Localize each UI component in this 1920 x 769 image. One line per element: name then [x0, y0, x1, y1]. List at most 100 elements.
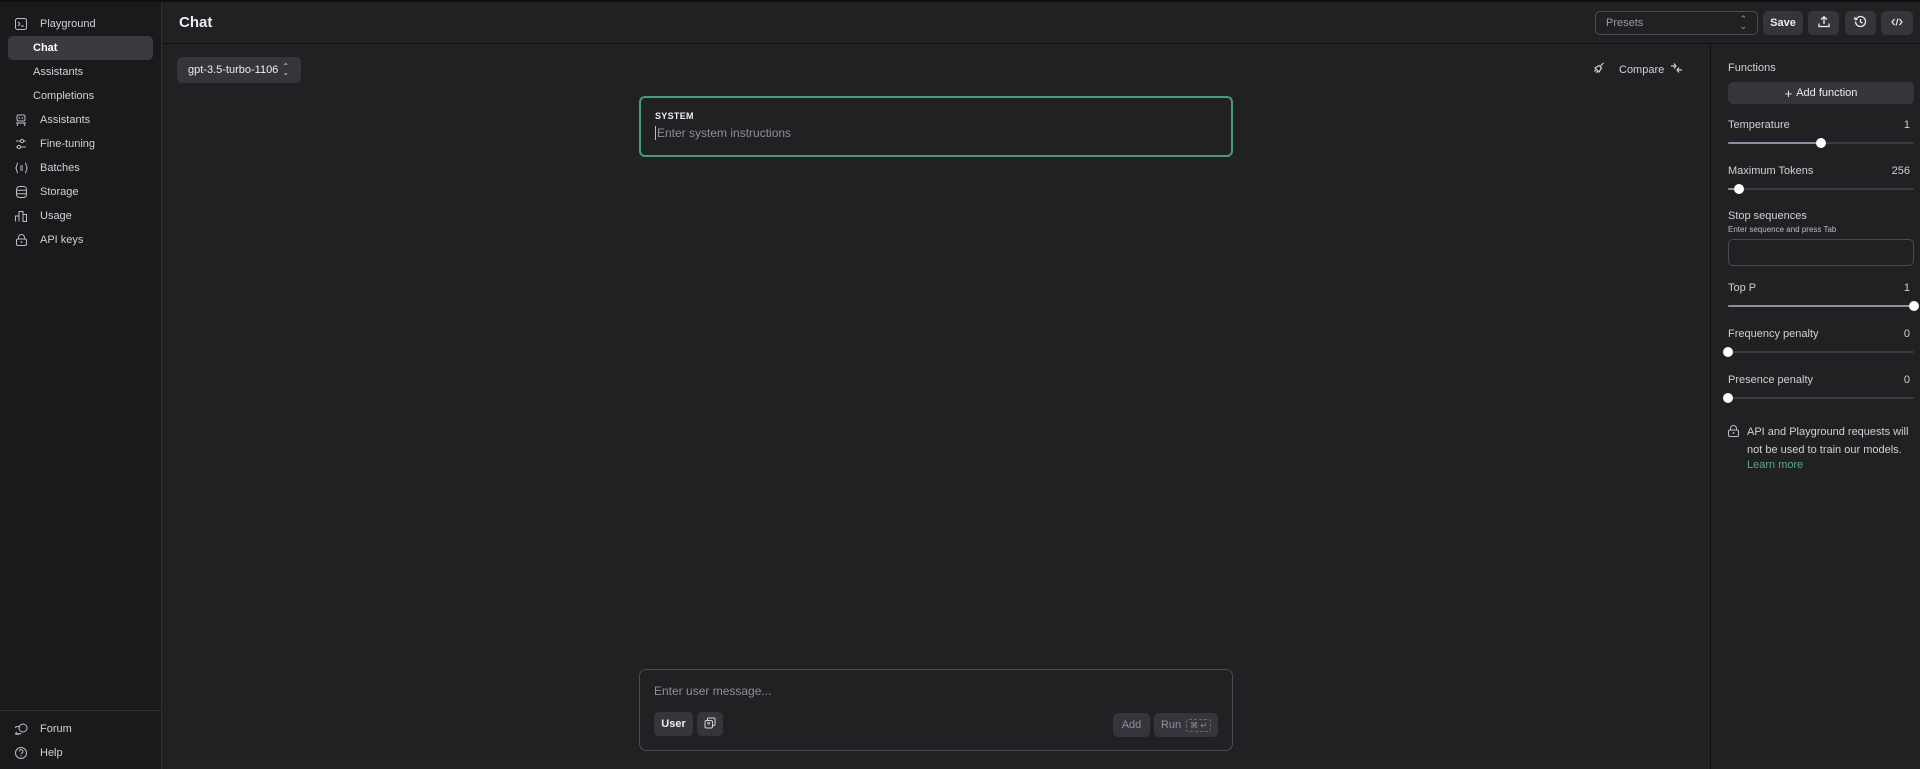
stop-sequences-setting: Stop sequences Enter sequence and press …	[1728, 210, 1914, 266]
terminal-icon	[14, 17, 28, 31]
sidebar-item-label: Batches	[40, 162, 80, 174]
lock-icon	[1728, 425, 1739, 471]
slider-thumb[interactable]	[1723, 347, 1733, 357]
sidebar-item-usage[interactable]: Usage	[8, 204, 153, 228]
sidebar: Playground Chat Assistants Completions A…	[0, 2, 162, 769]
database-icon	[14, 185, 28, 199]
slider-thumb[interactable]	[1734, 184, 1744, 194]
slider-track	[1728, 397, 1914, 399]
attach-image-button[interactable]	[697, 712, 723, 736]
slider-thumb[interactable]	[1816, 138, 1826, 148]
sidebar-item-label: Completions	[33, 90, 95, 102]
compare-arrows-icon	[1670, 62, 1683, 77]
add-function-button[interactable]: + Add function	[1728, 82, 1914, 104]
sidebar-item-label: Assistants	[33, 66, 84, 78]
upload-icon	[1817, 15, 1830, 31]
save-button[interactable]: Save	[1763, 11, 1803, 35]
system-instructions-input[interactable]	[655, 126, 1215, 140]
message-composer: User Add Run ⌘ ↵	[639, 669, 1233, 751]
chat-bubbles-icon	[14, 722, 28, 736]
history-icon	[1854, 15, 1867, 31]
clear-chat-broom-icon[interactable]	[1593, 62, 1605, 77]
sidebar-item-playground-assistants[interactable]: Assistants	[8, 60, 153, 84]
presets-select[interactable]: Presets ⌃ ⌄	[1595, 11, 1758, 35]
sidebar-item-help[interactable]: Help	[8, 741, 153, 765]
slider-track	[1728, 188, 1914, 190]
sidebar-item-label: Usage	[40, 210, 72, 222]
frequency-penalty-value: 0	[1903, 328, 1910, 340]
slider-track	[1728, 351, 1914, 353]
temperature-label: Temperature	[1728, 119, 1790, 131]
add-function-label: Add function	[1796, 87, 1858, 99]
top-p-slider[interactable]	[1728, 301, 1919, 311]
sidebar-item-label: Playground	[40, 18, 96, 30]
presets-placeholder: Presets	[1606, 17, 1644, 29]
sidebar-item-label: Help	[40, 747, 63, 759]
sidebar-item-label: Storage	[40, 186, 79, 198]
run-button[interactable]: Run ⌘ ↵	[1154, 713, 1218, 737]
presence-penalty-value: 0	[1903, 374, 1910, 386]
robot-icon	[14, 113, 28, 127]
sidebar-item-completions[interactable]: Completions	[8, 84, 153, 108]
max-tokens-value: 256	[1891, 165, 1910, 177]
sidebar-footer: Forum Help	[0, 710, 161, 769]
stop-sequences-hint: Enter sequence and press Tab	[1728, 225, 1837, 234]
chevron-up-down-icon: ⌃ ⌄	[282, 62, 290, 77]
max-tokens-slider[interactable]	[1728, 184, 1914, 194]
share-button[interactable]	[1808, 11, 1839, 35]
lock-icon	[14, 233, 28, 247]
page-title: Chat	[179, 14, 213, 31]
frequency-penalty-label: Frequency penalty	[1728, 328, 1819, 340]
run-label: Run	[1160, 719, 1182, 731]
sidebar-item-storage[interactable]: Storage	[8, 180, 153, 204]
help-circle-icon	[14, 746, 28, 760]
sidebar-item-fine-tuning[interactable]: Fine-tuning	[8, 132, 153, 156]
presence-penalty-slider[interactable]	[1723, 393, 1914, 403]
frequency-penalty-setting: Frequency penalty 0	[1723, 328, 1914, 357]
header: Chat Presets ⌃ ⌄ Save	[163, 2, 1920, 44]
frequency-penalty-slider[interactable]	[1723, 347, 1914, 357]
image-gallery-icon	[704, 717, 716, 732]
top-p-label: Top P	[1728, 282, 1757, 294]
privacy-notice: API and Playground requests will not be …	[1728, 423, 1914, 471]
compare-button[interactable]: Compare	[1619, 62, 1683, 77]
functions-label: Functions	[1728, 62, 1776, 74]
settings-panel: Functions + Add function Temperature 1 M…	[1710, 45, 1920, 769]
sidebar-item-batches[interactable]: Batches	[8, 156, 153, 180]
sidebar-item-assistants[interactable]: Assistants	[8, 108, 153, 132]
compare-label: Compare	[1619, 63, 1665, 76]
sidebar-item-label: Chat	[33, 42, 58, 54]
code-icon	[1891, 17, 1903, 30]
braces-icon	[14, 161, 28, 175]
system-label: SYSTEM	[655, 111, 694, 121]
slider-thumb[interactable]	[1909, 301, 1919, 311]
system-message-box: SYSTEM	[639, 96, 1233, 157]
history-button[interactable]	[1845, 11, 1876, 35]
max-tokens-label: Maximum Tokens	[1728, 165, 1814, 177]
presence-penalty-label: Presence penalty	[1728, 374, 1813, 386]
learn-more-link[interactable]: Learn more	[1747, 459, 1914, 471]
sidebar-item-playground[interactable]: Playground	[8, 12, 153, 36]
sidebar-nav: Playground Chat Assistants Completions A…	[0, 2, 161, 252]
model-select[interactable]: gpt-3.5-turbo-1106 ⌃ ⌄	[177, 57, 302, 83]
slider-thumb[interactable]	[1723, 393, 1733, 403]
sidebar-item-label: API keys	[40, 234, 84, 246]
view-code-button[interactable]	[1881, 11, 1913, 35]
temperature-value: 1	[1903, 119, 1910, 131]
sidebar-item-chat[interactable]: Chat	[8, 36, 153, 60]
temperature-slider[interactable]	[1728, 138, 1914, 148]
sidebar-item-api-keys[interactable]: API keys	[8, 228, 153, 252]
bar-chart-icon	[14, 209, 28, 223]
role-toggle-button[interactable]: User	[654, 712, 693, 736]
stop-sequences-input[interactable]	[1728, 239, 1914, 266]
chevron-up-down-icon: ⌃ ⌄	[1739, 14, 1747, 31]
presence-penalty-setting: Presence penalty 0	[1723, 374, 1914, 403]
sidebar-item-forum[interactable]: Forum	[8, 717, 153, 741]
sidebar-item-label: Assistants	[40, 114, 91, 126]
keyboard-shortcut-hint: ⌘ ↵	[1186, 718, 1212, 732]
chat-main: gpt-3.5-turbo-1106 ⌃⌄ Compare SYSTEM Use…	[163, 45, 1710, 769]
slider-fill	[1728, 305, 1914, 307]
add-message-button[interactable]: Add	[1113, 713, 1150, 737]
user-message-input[interactable]	[654, 684, 1214, 698]
temperature-setting: Temperature 1	[1728, 119, 1914, 148]
